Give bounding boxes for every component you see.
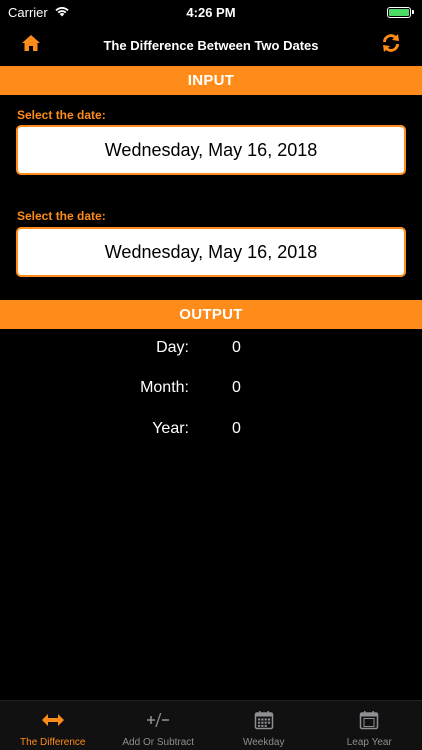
page-title: The Difference Between Two Dates xyxy=(103,37,319,53)
day-label: Day: xyxy=(156,339,189,356)
tab-label-weekday: Weekday xyxy=(242,737,285,748)
calendar-icon xyxy=(254,706,274,734)
tab-label-the-difference: The Difference xyxy=(20,737,86,748)
output-header: OUTPUT xyxy=(0,300,422,329)
output-row-month: Month: 0 xyxy=(0,379,422,401)
screen: Carrier 4:26 PM The Difference Between T… xyxy=(0,0,422,750)
status-bar: Carrier 4:26 PM xyxy=(0,0,422,24)
battery-icon xyxy=(387,6,414,18)
second-date-label: Select the date: xyxy=(17,209,106,223)
swap-button[interactable] xyxy=(378,32,404,58)
output-row-day: Day: 0 xyxy=(0,339,422,361)
plus-minus-icon xyxy=(146,706,170,734)
nav-bar: The Difference Between Two Dates xyxy=(0,24,422,66)
second-date-value: Wednesday, May 16, 2018 xyxy=(104,241,318,262)
output-row-year: Year: 0 xyxy=(0,420,422,442)
second-date-field[interactable]: Wednesday, May 16, 2018 xyxy=(16,227,406,277)
tab-label-leap-year: Leap Year xyxy=(346,737,392,748)
input-header: INPUT xyxy=(0,66,422,95)
tab-weekday[interactable]: Weekday xyxy=(211,701,317,750)
home-icon xyxy=(21,34,41,57)
day-value: 0 xyxy=(232,339,241,356)
first-date-value: Wednesday, May 16, 2018 xyxy=(104,139,318,160)
wifi-icon xyxy=(54,5,70,20)
arrows-horizontal-icon xyxy=(41,706,65,734)
tab-add-or-subtract[interactable]: Add Or Subtract xyxy=(106,701,212,750)
year-value: 0 xyxy=(232,420,241,437)
first-date-field[interactable]: Wednesday, May 16, 2018 xyxy=(16,125,406,175)
first-date-label: Select the date: xyxy=(17,108,106,122)
month-value: 0 xyxy=(232,379,241,396)
calendar-29-icon xyxy=(359,706,379,734)
tab-the-difference[interactable]: The Difference xyxy=(0,701,106,750)
tab-label-add-or-subtract: Add Or Subtract xyxy=(122,737,195,748)
swap-icon xyxy=(380,32,402,59)
tab-leap-year[interactable]: Leap Year xyxy=(317,701,422,750)
month-label: Month: xyxy=(140,379,189,396)
tab-bar: The Difference Add Or Subtract Weekday L… xyxy=(0,700,422,750)
home-button[interactable] xyxy=(18,32,44,58)
year-label: Year: xyxy=(152,420,189,437)
status-left: Carrier xyxy=(8,5,70,20)
carrier-label: Carrier xyxy=(8,4,48,20)
